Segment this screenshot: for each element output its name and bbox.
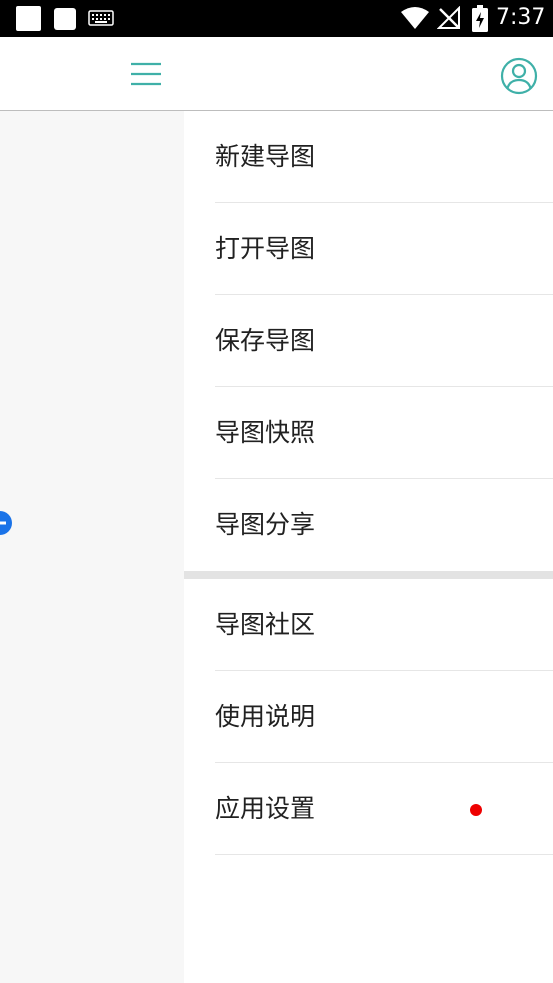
menu-item-share-map[interactable]: 导图分享 xyxy=(184,479,553,571)
menu-item-label: 应用设置 xyxy=(215,794,316,823)
notification-square-icon xyxy=(16,6,41,31)
menu-group-secondary: 导图社区 使用说明 应用设置 xyxy=(184,579,553,855)
screen: 7:37 新建导图 打开导图 保存导图 导图快照 导图分享 导图社区 使用说明 … xyxy=(0,0,553,983)
menu-item-settings[interactable]: 应用设置 xyxy=(184,763,553,855)
collapse-node-icon[interactable] xyxy=(0,511,12,535)
menu-item-save-map[interactable]: 保存导图 xyxy=(184,295,553,387)
hamburger-menu-icon[interactable] xyxy=(126,55,166,93)
status-time: 7:37 xyxy=(496,5,546,30)
account-circle-icon[interactable] xyxy=(499,56,539,96)
menu-item-instructions[interactable]: 使用说明 xyxy=(184,671,553,763)
notification-square-icon xyxy=(54,8,76,30)
menu-item-label: 新建导图 xyxy=(215,142,316,171)
keyboard-icon xyxy=(88,10,114,26)
menu-item-label: 打开导图 xyxy=(215,234,316,263)
menu-item-label: 使用说明 xyxy=(215,702,316,731)
menu-group-primary: 新建导图 打开导图 保存导图 导图快照 导图分享 xyxy=(184,111,553,571)
app-header xyxy=(0,37,553,111)
menu-item-label: 保存导图 xyxy=(215,326,316,355)
menu-item-new-map[interactable]: 新建导图 xyxy=(184,111,553,203)
menu-item-label: 导图快照 xyxy=(215,418,316,447)
battery-charging-icon xyxy=(472,5,488,32)
notification-dot-badge xyxy=(470,804,482,816)
divider xyxy=(215,854,553,855)
menu-item-map-snapshot[interactable]: 导图快照 xyxy=(184,387,553,479)
menu-item-label: 导图社区 xyxy=(215,610,316,639)
menu-item-label: 导图分享 xyxy=(215,510,316,539)
group-separator xyxy=(184,571,553,579)
status-bar: 7:37 xyxy=(0,0,553,37)
no-signal-icon xyxy=(437,6,460,29)
wifi-icon xyxy=(401,7,429,29)
menu-item-community[interactable]: 导图社区 xyxy=(184,579,553,671)
mindmap-canvas[interactable] xyxy=(0,111,184,983)
navigation-drawer: 新建导图 打开导图 保存导图 导图快照 导图分享 导图社区 使用说明 应用设置 xyxy=(184,111,553,983)
menu-item-open-map[interactable]: 打开导图 xyxy=(184,203,553,295)
